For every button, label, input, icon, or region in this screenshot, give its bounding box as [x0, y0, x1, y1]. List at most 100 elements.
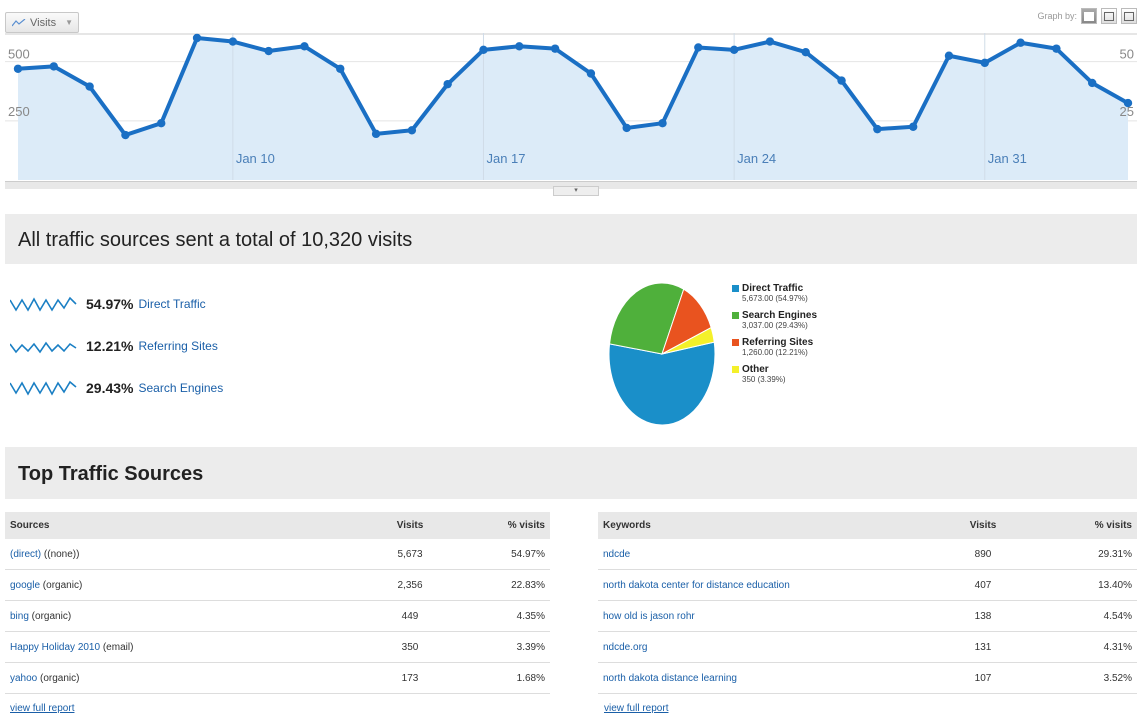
column-header-sources[interactable]: Sources — [5, 512, 375, 539]
keywords-view-full-report-link[interactable]: view full report — [604, 703, 668, 714]
day-icon — [1084, 11, 1094, 21]
pct-cell: 13.40% — [1018, 569, 1137, 601]
data-point — [873, 124, 882, 134]
traffic-summary-list: 54.97% Direct Traffic 12.21% Referring S… — [10, 283, 223, 409]
summary-percent: 54.97% — [86, 296, 134, 312]
metric-selector-button[interactable]: Visits ▼ — [5, 12, 79, 33]
legend-value: 350 (3.39%) — [742, 375, 786, 384]
table-row: Happy Holiday 2010 (email) 350 3.39% — [5, 631, 550, 663]
x-axis-label: Jan 10 — [236, 151, 275, 166]
chart-resize-handle[interactable]: ▾ — [553, 186, 599, 196]
data-point — [336, 64, 345, 73]
visits-cell: 138 — [948, 600, 1018, 632]
legend-value: 1,260.00 (12.21%) — [742, 348, 808, 357]
column-header-keywords[interactable]: Keywords — [598, 512, 948, 539]
visits-cell: 449 — [375, 600, 445, 632]
visits-cell: 407 — [948, 569, 1018, 601]
summary-link-direct-traffic[interactable]: Direct Traffic — [138, 297, 205, 311]
y-tick-label-right: 25 — [1120, 104, 1134, 119]
summary-link-referring-sites[interactable]: Referring Sites — [138, 339, 217, 353]
data-point — [407, 126, 417, 135]
graph-by-month-button[interactable] — [1121, 8, 1137, 24]
visits-cell: 350 — [375, 631, 445, 663]
sparkline-icon — [10, 341, 77, 354]
column-header-pct-visits[interactable]: % visits — [1018, 512, 1137, 539]
source-medium: (email) — [100, 641, 134, 653]
graph-by-day-button[interactable] — [1081, 8, 1097, 24]
visits-cell: 131 — [948, 631, 1018, 663]
pct-cell: 1.68% — [445, 662, 550, 694]
legend-item: Direct Traffic 5,673.00 (54.97%) — [732, 284, 817, 304]
legend-item: Search Engines 3,037.00 (29.43%) — [732, 311, 817, 331]
visits-cell: 5,673 — [375, 539, 445, 570]
data-point — [228, 37, 238, 46]
traffic-summary-title: All traffic sources sent a total of 10,3… — [18, 229, 413, 251]
data-point — [85, 82, 94, 91]
keywords-table: Keywords Visits % visits ndcde 890 29.31% … — [598, 512, 1137, 694]
data-point — [1016, 38, 1025, 47]
data-point — [157, 119, 166, 128]
pct-cell: 22.83% — [445, 569, 550, 601]
data-point — [1087, 78, 1097, 88]
legend-swatch — [732, 285, 739, 292]
source-medium: (organic) — [40, 579, 83, 591]
pct-cell: 4.54% — [1018, 600, 1137, 632]
traffic-summary-header: All traffic sources sent a total of 10,3… — [5, 214, 1137, 264]
legend-swatch — [732, 312, 739, 319]
summary-link-search-engines[interactable]: Search Engines — [138, 381, 223, 395]
pct-cell: 3.52% — [1018, 662, 1137, 694]
source-link[interactable]: yahoo — [10, 673, 37, 684]
graph-by-label: Graph by: — [1037, 11, 1077, 21]
data-point — [908, 122, 918, 131]
data-point — [550, 44, 560, 53]
table-row: yahoo (organic) 173 1.68% — [5, 662, 550, 694]
visits-line-chart: 500 250 50 25 Jan 10 Jan 17 Jan 24 Jan 31 — [5, 33, 1137, 181]
source-link[interactable]: bing — [10, 611, 29, 622]
keyword-link[interactable]: ndcde.org — [603, 642, 647, 653]
x-axis-label: Jan 24 — [737, 151, 776, 166]
table-row: bing (organic) 449 4.35% — [5, 600, 550, 632]
source-medium: (organic) — [28, 610, 72, 622]
data-point — [944, 51, 954, 60]
summary-percent: 29.43% — [86, 380, 134, 396]
table-row: (direct) ((none)) 5,673 54.97% — [5, 539, 550, 570]
data-point — [1052, 44, 1061, 53]
keyword-link[interactable]: ndcde — [603, 549, 630, 560]
source-medium: (organic) — [37, 672, 80, 684]
source-link[interactable]: (direct) — [10, 549, 41, 560]
data-point — [371, 129, 381, 139]
sources-table: Sources Visits % visits (direct) ((none)… — [5, 512, 550, 694]
summary-row-search: 29.43% Search Engines — [10, 367, 223, 409]
summary-percent: 12.21% — [86, 338, 134, 354]
table-header-row: Keywords Visits % visits — [598, 512, 1137, 539]
legend-swatch — [732, 339, 739, 346]
table-row: ndcde 890 29.31% — [598, 539, 1137, 570]
data-point — [801, 48, 810, 57]
source-link[interactable]: Happy Holiday 2010 — [10, 642, 100, 653]
table-row: north dakota center for distance educati… — [598, 569, 1137, 601]
sources-view-full-report-link[interactable]: view full report — [10, 703, 74, 714]
chevron-down-icon: ▼ — [65, 18, 73, 27]
legend-value: 5,673.00 (54.97%) — [742, 294, 808, 303]
data-point — [443, 79, 452, 89]
column-header-visits[interactable]: Visits — [375, 512, 445, 539]
graph-by-week-button[interactable] — [1101, 8, 1117, 24]
data-point — [264, 46, 273, 56]
source-medium: ((none)) — [41, 548, 80, 560]
data-point — [479, 45, 488, 55]
summary-row-referring: 12.21% Referring Sites — [10, 325, 223, 367]
legend-item: Referring Sites 1,260.00 (12.21%) — [732, 338, 817, 358]
traffic-pie-chart — [608, 282, 716, 426]
keyword-link[interactable]: how old is jason rohr — [603, 611, 695, 622]
keyword-link[interactable]: north dakota center for distance educati… — [603, 580, 790, 591]
table-row: how old is jason rohr 138 4.54% — [598, 600, 1137, 632]
column-header-pct-visits[interactable]: % visits — [445, 512, 550, 539]
visits-cell: 173 — [375, 662, 445, 694]
source-link[interactable]: google — [10, 580, 40, 591]
y-tick-label-right: 50 — [1120, 47, 1134, 62]
keyword-link[interactable]: north dakota distance learning — [603, 673, 737, 684]
data-point — [121, 130, 130, 140]
y-tick-label: 500 — [8, 47, 30, 62]
table-row: north dakota distance learning 107 3.52% — [598, 662, 1137, 694]
column-header-visits[interactable]: Visits — [948, 512, 1018, 539]
